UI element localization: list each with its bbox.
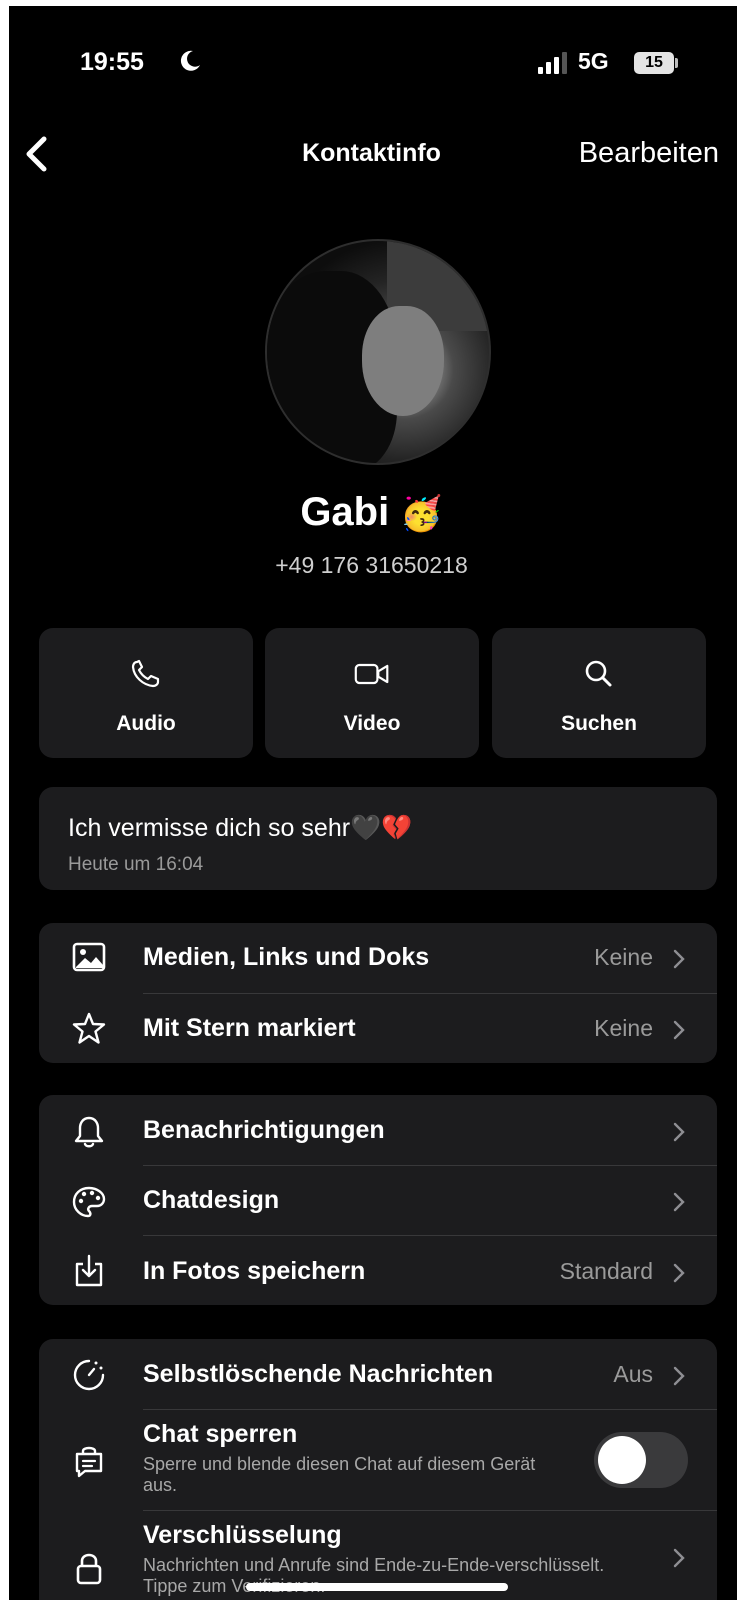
screenshot-border-left [0, 0, 9, 1600]
chevron-right-icon [673, 1020, 685, 1040]
battery-level: 15 [634, 52, 674, 74]
signal-icon [538, 52, 567, 74]
video-icon [354, 663, 389, 685]
contact-phone: +49 176 31650218 [275, 552, 468, 578]
media-links-docs-value: Keine [594, 944, 653, 970]
starred-label: Mit Stern markiert [143, 1014, 356, 1042]
chevron-right-icon [673, 1366, 685, 1386]
video-label: Video [343, 712, 401, 735]
search-label: Suchen [561, 712, 637, 735]
starred-value: Keine [594, 1015, 653, 1041]
chat-lock-toggle[interactable] [594, 1432, 688, 1488]
audio-call-button[interactable]: Audio [39, 628, 253, 758]
chevron-right-icon [673, 1548, 685, 1568]
video-call-button[interactable]: Video [265, 628, 479, 758]
edit-button[interactable]: Bearbeiten [579, 137, 719, 170]
avatar-face [362, 306, 444, 416]
save-to-photos-label: In Fotos speichern [143, 1257, 366, 1285]
notifications-label: Benachrichtigungen [143, 1116, 385, 1144]
battery-tip [675, 58, 678, 68]
palette-icon [72, 1186, 106, 1218]
moon-icon [180, 50, 200, 71]
search-button[interactable]: Suchen [492, 628, 706, 758]
toggle-knob [598, 1436, 646, 1484]
phone-icon [131, 659, 160, 688]
disappearing-messages-value: Aus [613, 1361, 653, 1387]
timer-icon [73, 1359, 105, 1391]
network-label: 5G [578, 48, 609, 74]
screenshot-border-right [737, 0, 743, 1600]
star-icon [72, 1012, 106, 1044]
chat-lock-label: Chat sperren [143, 1420, 298, 1448]
about-text: Ich vermisse dich so sehr🖤💔 [68, 814, 413, 842]
contact-name-text: Gabi [300, 490, 390, 534]
media-icon [72, 942, 106, 972]
contact-name: Gabi 🥳 [0, 490, 743, 535]
home-indicator[interactable] [246, 1583, 508, 1591]
audio-label: Audio [116, 712, 176, 735]
chevron-right-icon [673, 1192, 685, 1212]
chevron-right-icon [673, 949, 685, 969]
chevron-right-icon [673, 1122, 685, 1142]
bell-icon [74, 1116, 104, 1148]
save-to-photos-value: Standard [559, 1258, 653, 1284]
lock-icon [76, 1553, 102, 1585]
row-divider [143, 1409, 717, 1410]
screenshot-border-top [0, 0, 743, 6]
status-time: 19:55 [80, 48, 144, 76]
chevron-right-icon [673, 1263, 685, 1283]
chat-lock-description: Sperre und blende diesen Chat auf diesem… [143, 1454, 536, 1495]
encryption-label: Verschlüsselung [143, 1521, 342, 1549]
about-timestamp: Heute um 16:04 [68, 854, 204, 875]
save-icon [75, 1254, 103, 1287]
chat-lock-icon [75, 1446, 103, 1478]
media-links-docs-label: Medien, Links und Doks [143, 943, 430, 971]
chat-design-row[interactable] [39, 1166, 717, 1235]
search-icon [585, 660, 612, 687]
disappearing-messages-label: Selbstlöschende Nachrichten [143, 1360, 494, 1388]
contact-name-emoji: 🥳 [400, 495, 443, 533]
chat-design-label: Chatdesign [143, 1186, 280, 1214]
avatar[interactable] [265, 239, 491, 465]
